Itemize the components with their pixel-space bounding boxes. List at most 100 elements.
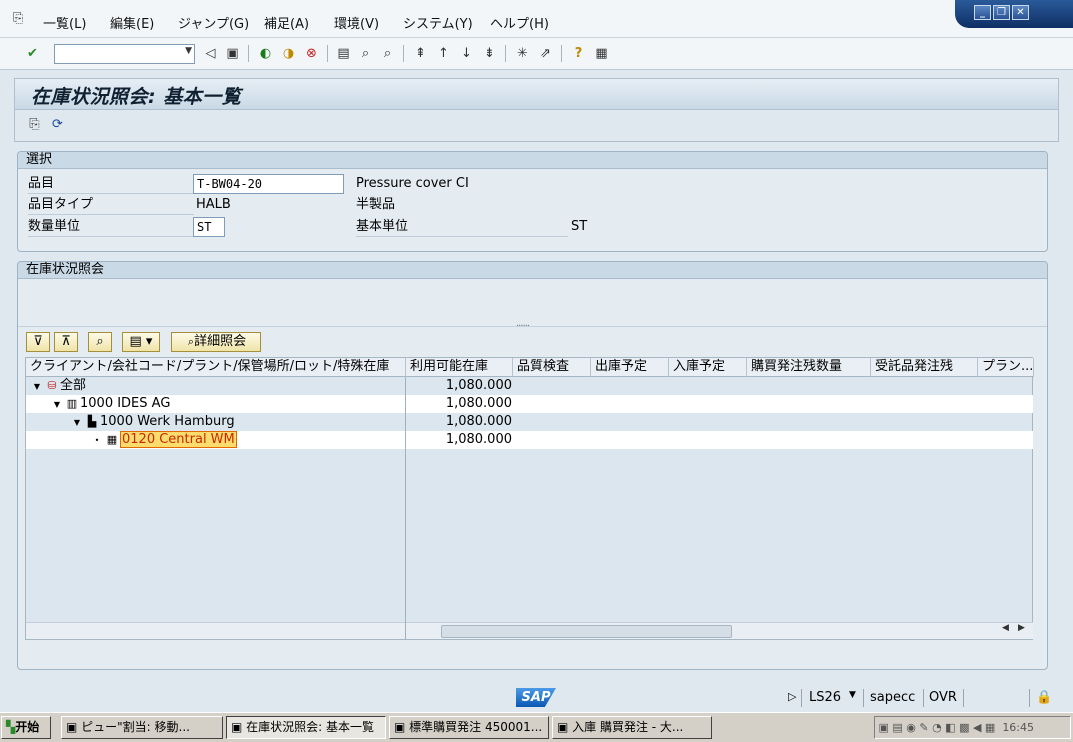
splitter[interactable]: ...... — [18, 318, 1047, 330]
taskbar-item-label: 入庫 購買発注 - 大... — [572, 720, 684, 734]
tree-node-label: 1000 IDES AG — [80, 396, 171, 411]
taskbar-item-label: 標準購買発注 450001... — [409, 720, 543, 734]
tree-row[interactable]: ▼ ⛁ 全部 1,080.000 — [26, 377, 1033, 395]
save-icon[interactable]: ▣ — [224, 45, 241, 62]
tree-row[interactable]: ▼ ▙ 1000 Werk Hamburg 1,080.000 — [26, 413, 1033, 431]
help-icon[interactable]: ? — [570, 45, 587, 62]
print-icon[interactable]: ▤ — [335, 45, 352, 62]
system-menu-icon[interactable]: ⎘ — [13, 12, 27, 26]
taskbar-item[interactable]: ▣ ピュー"割当: 移動... — [61, 716, 223, 739]
close-window-button[interactable]: ✕ — [1012, 5, 1029, 20]
taskbar-item[interactable]: ▣ 標準購買発注 450001... — [389, 716, 549, 739]
start-button[interactable]: ▚开始 — [1, 716, 51, 739]
menu-settings[interactable]: 環境(V) — [334, 13, 379, 32]
chevron-down-icon[interactable]: ▼ — [185, 46, 192, 56]
tree-node-label: 全部 — [60, 378, 87, 393]
first-page-icon[interactable]: ⇞ — [412, 45, 429, 62]
find-icon[interactable]: ⌕ — [357, 45, 374, 62]
status-bar: SAP ▷ LS26 ▼ sapecc OVR 🔒 — [0, 684, 1073, 712]
status-separator — [1029, 689, 1030, 707]
taskbar-item[interactable]: ▣ 入庫 購買発注 - 大... — [552, 716, 712, 739]
restore-button[interactable]: ❐ — [993, 5, 1010, 20]
toolbar-separator — [505, 45, 506, 62]
unit-input[interactable]: ST — [193, 217, 225, 237]
leaf-node-icon: • — [94, 436, 100, 445]
start-label: 开始 — [15, 720, 40, 734]
column-header-po-open-qty[interactable]: 購買発注残数量 — [747, 358, 871, 377]
material-type-value: HALB — [196, 197, 231, 212]
next-page-icon[interactable]: ↓ — [458, 45, 475, 62]
history-back-icon[interactable]: ◁ — [202, 45, 219, 62]
application-toolbar: ⎘ ⟳ — [14, 110, 1059, 142]
shortcut-icon[interactable]: ⇗ — [537, 45, 554, 62]
detail-display-button[interactable]: ⌕詳細照会 — [171, 332, 261, 352]
column-header-plant-more[interactable]: プラン... — [978, 358, 1034, 377]
chevron-down-icon[interactable]: ▼ — [849, 690, 856, 700]
column-header-unrestricted[interactable]: 利用可能在庫 — [406, 358, 513, 377]
status-separator — [923, 689, 924, 707]
refresh-icon[interactable]: ⟳ — [49, 116, 66, 133]
left-horizontal-scrollbar[interactable] — [26, 622, 405, 639]
collapse-all-icon[interactable]: ⊼ — [54, 332, 78, 352]
tree-node-label-selected[interactable]: 0120 Central WM — [120, 431, 237, 448]
menu-list[interactable]: 一覧(L) — [43, 13, 86, 32]
menu-goto[interactable]: ジャンプ(G) — [178, 13, 249, 32]
column-header-quality-inspection[interactable]: 品質検査 — [513, 358, 591, 377]
find-next-icon[interactable]: ⌕ — [379, 45, 396, 62]
layout-menu-icon[interactable]: ▦ — [593, 45, 610, 62]
expanded-node-icon[interactable]: ▼ — [70, 414, 84, 431]
expand-all-icon[interactable]: ⊽ — [26, 332, 50, 352]
back-icon[interactable]: ◐ — [257, 45, 274, 62]
unrestricted-qty: 1,080.000 — [445, 414, 512, 429]
taskbar-item-label: 在庫状況照会: 基本一覧 — [246, 720, 375, 734]
other-material-icon[interactable]: ⎘ — [26, 116, 43, 133]
menu-edit[interactable]: 編集(E) — [110, 13, 154, 32]
status-separator — [801, 689, 802, 707]
title-bar: 在庫状況照会: 基本一覧 — [14, 78, 1059, 110]
clock: 16:45 — [1002, 721, 1035, 734]
taskbar-item-active[interactable]: ▣ 在庫状況照会: 基本一覧 — [226, 716, 386, 739]
column-header-planned-issue[interactable]: 出庫予定 — [591, 358, 669, 377]
column-header-consignment-order[interactable]: 受託品発注残 — [871, 358, 978, 377]
menu-help[interactable]: ヘルプ(H) — [490, 13, 549, 32]
tray-icons[interactable]: ▣ ▤ ◉ ✎ ◔ ◧ ▩ ◀ ▦ — [875, 721, 1002, 734]
splitter-handle-icon[interactable]: ...... — [516, 318, 530, 329]
scroll-left-icon[interactable]: ◀ — [1002, 623, 1009, 633]
tree-row[interactable]: ▼ ▥ 1000 IDES AG 1,080.000 — [26, 395, 1033, 413]
expanded-node-icon[interactable]: ▼ — [30, 378, 44, 395]
status-expand-icon[interactable]: ▷ — [788, 690, 796, 703]
enter-icon[interactable]: ✔ — [24, 45, 41, 62]
new-session-icon[interactable]: ✳ — [514, 45, 531, 62]
last-page-icon[interactable]: ⇟ — [481, 45, 498, 62]
base-unit-value: ST — [571, 219, 588, 234]
minimize-button[interactable]: _ — [974, 5, 991, 20]
material-input[interactable]: T-BW04-20 — [193, 174, 344, 194]
taskbar-item-label: ピュー"割当: 移動... — [81, 720, 190, 734]
toolbar-separator — [327, 45, 328, 62]
material-type-description: 半製品 — [356, 197, 396, 212]
find-node-icon[interactable]: ⌕ — [88, 332, 112, 352]
windows-taskbar: ▚开始 ▣ ピュー"割当: 移動... ▣ 在庫状況照会: 基本一覧 ▣ 標準購… — [0, 712, 1073, 742]
tree-row[interactable]: • ▦ 0120 Central WM 1,080.000 — [26, 431, 1033, 449]
plant-icon: ▙ — [87, 415, 97, 428]
lock-icon: 🔒 — [1036, 690, 1053, 705]
command-field[interactable]: ▼ — [54, 44, 195, 64]
unrestricted-qty: 1,080.000 — [445, 378, 512, 393]
column-header-planned-receipt[interactable]: 入庫予定 — [669, 358, 747, 377]
selection-group: 選択 品目 T-BW04-20 Pressure cover CI 品目タイプ … — [17, 151, 1048, 252]
column-header-hierarchy[interactable]: クライアント/会社コード/プラント/保管場所/ロット/特殊在庫 — [26, 358, 406, 377]
print-menu-icon[interactable]: ▤ ▾ — [122, 332, 160, 352]
menu-system[interactable]: システム(Y) — [403, 13, 473, 32]
previous-page-icon[interactable]: ↑ — [435, 45, 452, 62]
expanded-node-icon[interactable]: ▼ — [50, 396, 64, 413]
menu-extras[interactable]: 補足(A) — [264, 13, 309, 32]
unit-label: 数量単位 — [28, 218, 194, 237]
scroll-right-icon[interactable]: ▶ — [1018, 623, 1025, 633]
base-unit-label: 基本単位 — [356, 218, 568, 237]
right-horizontal-scrollbar[interactable] — [406, 622, 1033, 639]
sap-window-icon: ▣ — [557, 720, 573, 734]
exit-icon[interactable]: ◑ — [280, 45, 297, 62]
scrollbar-thumb[interactable] — [441, 625, 732, 638]
toolbar-separator — [248, 45, 249, 62]
cancel-icon[interactable]: ⊗ — [303, 45, 320, 62]
